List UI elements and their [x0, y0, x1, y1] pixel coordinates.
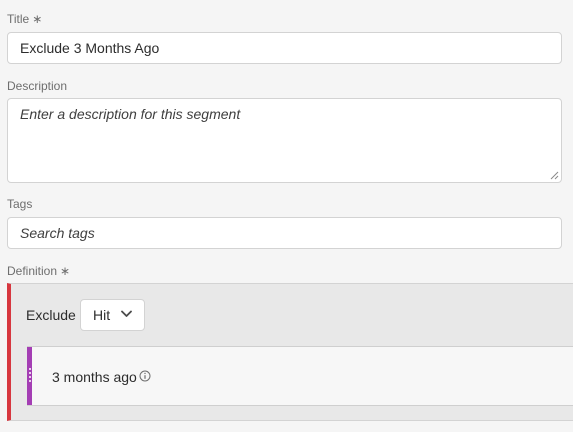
- rule-name: 3 months ago: [52, 369, 137, 385]
- resize-grip-icon[interactable]: [550, 171, 559, 180]
- scope-dropdown[interactable]: Hit: [80, 299, 145, 331]
- title-field[interactable]: [7, 32, 562, 64]
- definition-label: Definition ∗: [7, 264, 70, 278]
- drag-handle-icon[interactable]: [27, 347, 32, 405]
- title-label: Title ∗: [7, 12, 42, 26]
- drag-dot: [29, 372, 31, 374]
- tags-search-input[interactable]: [8, 218, 561, 248]
- exclude-label: Exclude: [26, 307, 76, 323]
- definition-container: Exclude Hit 3 months ago: [7, 283, 573, 421]
- tags-label: Tags: [7, 197, 33, 211]
- description-textarea[interactable]: [8, 99, 561, 182]
- description-field[interactable]: [7, 98, 562, 183]
- title-input[interactable]: [8, 33, 561, 63]
- definition-label-text: Definition: [7, 264, 58, 278]
- description-label: Description: [7, 79, 68, 93]
- drag-dot: [29, 380, 31, 382]
- scope-value: Hit: [93, 307, 111, 323]
- info-icon[interactable]: [139, 370, 151, 382]
- required-mark: ∗: [60, 264, 71, 278]
- drag-dot: [29, 368, 31, 370]
- segment-rule[interactable]: 3 months ago: [27, 346, 573, 406]
- chevron-down-icon: [121, 310, 132, 317]
- drag-dot: [29, 376, 31, 378]
- title-label-text: Title: [7, 12, 30, 26]
- required-mark: ∗: [32, 12, 43, 26]
- tags-field[interactable]: [7, 217, 562, 249]
